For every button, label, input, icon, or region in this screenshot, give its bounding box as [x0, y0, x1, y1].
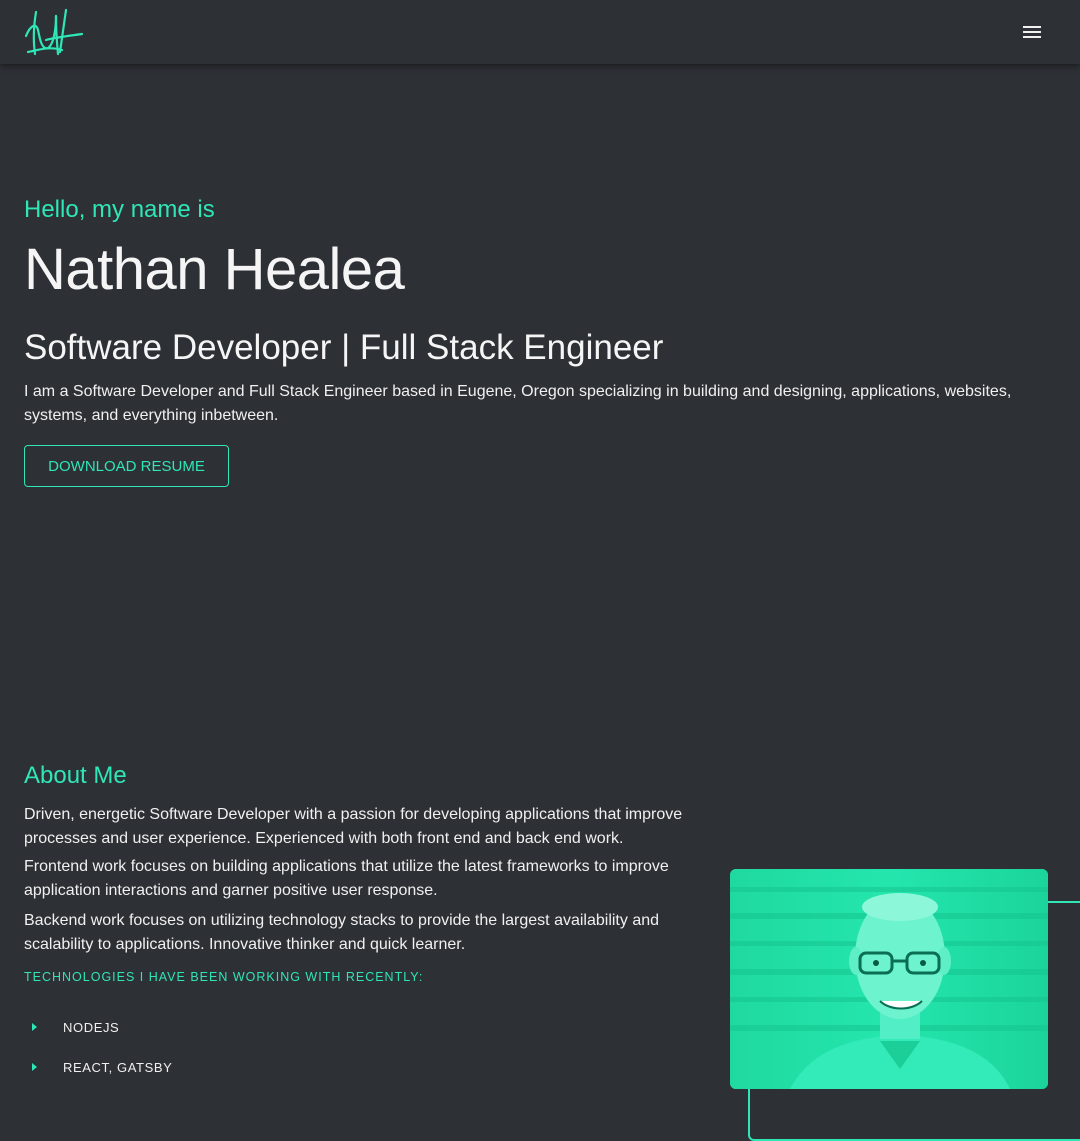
- download-resume-button[interactable]: DOWNLOAD RESUME: [24, 445, 229, 487]
- about-paragraph: Backend work focuses on utilizing techno…: [24, 912, 660, 953]
- hero-name: Nathan Healea: [24, 237, 405, 302]
- nh-signature-logo[interactable]: [22, 6, 86, 58]
- caret-right-icon: [32, 1063, 37, 1071]
- tech-list-item: REACT, GATSBY: [32, 1057, 172, 1077]
- tech-label: REACT, GATSBY: [63, 1059, 173, 1075]
- about-paragraph: Frontend work focuses on building applic…: [24, 858, 669, 899]
- tech-label: NODEJS: [63, 1019, 120, 1035]
- hero-role: Software Developer | Full Stack Engineer: [24, 328, 664, 367]
- tech-list-item: NODEJS: [32, 1017, 119, 1037]
- hero-intro: I am a Software Developer and Full Stack…: [24, 383, 1012, 424]
- caret-right-icon: [32, 1023, 37, 1031]
- profile-photo: [730, 869, 1048, 1089]
- hamburger-menu-icon: [1023, 26, 1041, 38]
- tech-heading: TECHNOLOGIES I HAVE BEEN WORKING WITH RE…: [24, 970, 424, 984]
- site-header: [0, 0, 1080, 64]
- about-paragraph: Driven, energetic Software Developer wit…: [24, 806, 683, 847]
- about-title: About Me: [24, 762, 127, 789]
- greeting-text: Hello, my name is: [24, 196, 215, 223]
- menu-button[interactable]: [1014, 16, 1050, 48]
